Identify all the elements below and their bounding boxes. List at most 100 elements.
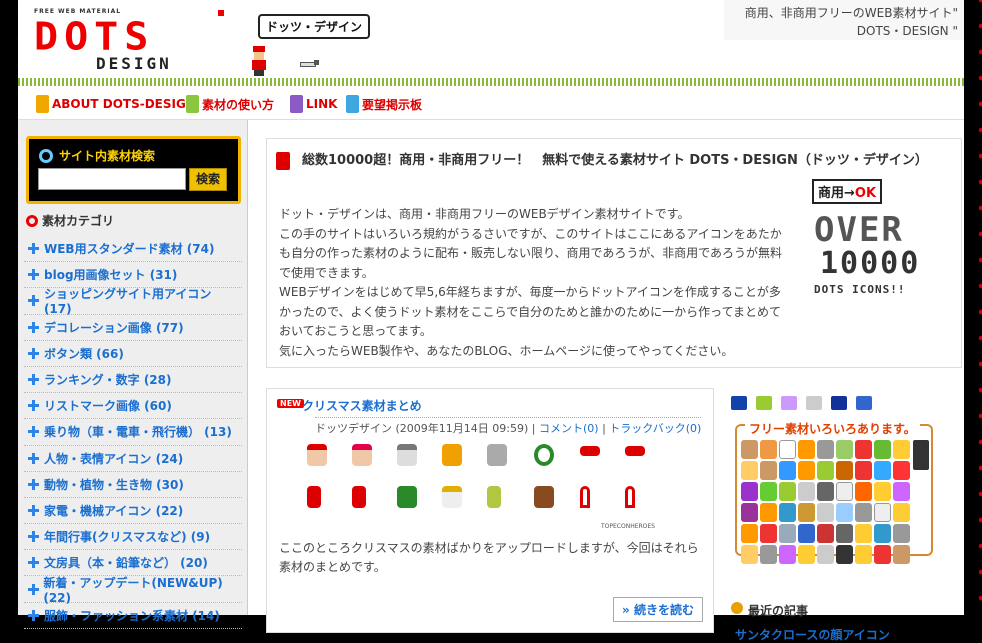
book-icon bbox=[186, 95, 199, 113]
recent-post-link[interactable]: サンタクロースの顔アイコン bbox=[735, 626, 890, 643]
bookmark-icon[interactable] bbox=[856, 396, 872, 410]
add-bookmark-icon[interactable] bbox=[756, 396, 772, 410]
category-item[interactable]: リストマーク画像 (60) bbox=[24, 393, 242, 420]
category-item[interactable]: ショッピングサイト用アイコン (17) bbox=[24, 287, 242, 316]
nav-item-usage[interactable]: 素材の使い方 bbox=[186, 95, 274, 113]
category-item[interactable]: デコレーション画像 (77) bbox=[24, 315, 242, 341]
pixel-icon bbox=[798, 545, 815, 564]
category-item[interactable]: blog用画像セット (31) bbox=[24, 262, 242, 289]
category-item[interactable]: 家電・機械アイコン (22) bbox=[24, 498, 242, 525]
category-item[interactable]: 服飾・ファッション系素材 (14) bbox=[24, 603, 242, 629]
site-logo[interactable]: FREE WEB MATERIAL DOTS DESIGN bbox=[34, 8, 224, 74]
pixel-icon bbox=[798, 440, 815, 459]
category-item[interactable]: ランキング・数字 (28) bbox=[24, 367, 242, 394]
pixel-icon bbox=[836, 524, 853, 543]
pixel-icon bbox=[760, 503, 777, 522]
category-label: ボタン類 (66) bbox=[44, 346, 124, 361]
category-item[interactable]: 乗り物（車・電車・飛行機） (13) bbox=[24, 419, 242, 446]
pixel-icon bbox=[893, 482, 910, 501]
category-label: 年間行事(クリスマスなど) (9) bbox=[44, 530, 211, 545]
bookmark-icon[interactable] bbox=[806, 396, 822, 410]
intro-body: ドット・デザインは、商用・非商用フリーのWEBデザイン素材サイトです。 この手の… bbox=[279, 205, 789, 361]
plus-icon bbox=[28, 504, 39, 516]
main-area: サイト内素材検索 検索 素材カテゴリ WEB用スタンダード素材 (74) blo… bbox=[18, 120, 964, 642]
pixel-icon bbox=[779, 545, 796, 564]
comments-link[interactable]: コメント(0) bbox=[539, 422, 599, 435]
reindeer-icon bbox=[534, 486, 554, 508]
pixel-icon bbox=[779, 503, 796, 522]
page: FREE WEB MATERIAL DOTS DESIGN ドッツ・デザイン 商… bbox=[18, 0, 964, 642]
nav-item-label: 素材の使い方 bbox=[202, 97, 275, 112]
sidebar: サイト内素材検索 検索 素材カテゴリ WEB用スタンダード素材 (74) blo… bbox=[18, 120, 248, 629]
category-item[interactable]: 年間行事(クリスマスなど) (9) bbox=[24, 524, 242, 551]
tree-icon bbox=[397, 486, 417, 508]
category-item[interactable]: 動物・植物・生き物 (30) bbox=[24, 472, 242, 498]
speech-bubble: ドッツ・デザイン bbox=[258, 14, 371, 39]
category-item[interactable]: 新着・アップデート(NEW&UP) (22) bbox=[24, 576, 242, 605]
stocking-icon bbox=[352, 486, 366, 508]
bookmark-icon[interactable] bbox=[831, 396, 847, 410]
read-more-button[interactable]: » 続きを読む bbox=[613, 597, 703, 622]
badge-icons-text: DOTS ICONS!! bbox=[814, 283, 906, 296]
pixel-dog-icon bbox=[298, 60, 320, 70]
bells-icon bbox=[487, 444, 507, 466]
post-author: ドッツデザイン bbox=[315, 422, 392, 435]
category-label: 乗り物（車・電車・飛行機） (13) bbox=[44, 425, 232, 440]
category-item[interactable]: 人物・表情アイコン (24) bbox=[24, 446, 242, 472]
pixel-icon bbox=[817, 545, 834, 564]
christmas-icon-grid bbox=[307, 444, 677, 534]
plus-icon bbox=[28, 452, 39, 464]
intro-box: 総数10000超！商用・非商用フリー！ 無料で使える素材サイト DOTS・DES… bbox=[266, 138, 962, 368]
post-title-link[interactable]: クリスマス素材まとめ bbox=[302, 397, 422, 414]
santa-hat-icon bbox=[580, 446, 600, 456]
post-date: 2009年11月14日 09:59 bbox=[399, 422, 524, 435]
category-item[interactable]: ボタン類 (66) bbox=[24, 341, 242, 367]
commercial-ok-label: 商用→OK bbox=[812, 179, 883, 204]
main-nav: ABOUT DOTS-DESIGN 素材の使い方 LINK 要望掲示板 bbox=[18, 86, 964, 120]
ok-prefix: 商用→ bbox=[818, 186, 855, 201]
bookmark-icon[interactable] bbox=[781, 396, 797, 410]
pixel-icon bbox=[836, 461, 853, 480]
recent-posts-heading: 最近の記事 bbox=[731, 602, 808, 619]
nav-item-link[interactable]: LINK bbox=[290, 95, 337, 113]
nav-item-about[interactable]: ABOUT DOTS-DESIGN bbox=[36, 95, 196, 113]
pixel-icon bbox=[779, 461, 796, 480]
search-button[interactable]: 検索 bbox=[189, 168, 227, 191]
category-label: デコレーション画像 (77) bbox=[44, 320, 184, 335]
nav-item-label: 要望掲示板 bbox=[362, 97, 423, 112]
pixel-icon bbox=[798, 482, 815, 501]
pixel-icon bbox=[817, 524, 834, 543]
pixel-icon bbox=[855, 545, 872, 564]
pixel-icon bbox=[817, 503, 834, 522]
category-item[interactable]: WEB用スタンダード素材 (74) bbox=[24, 236, 242, 263]
logo-design-text: DESIGN bbox=[96, 54, 172, 73]
right-dot-border bbox=[964, 0, 982, 615]
intro-heading: 総数10000超！商用・非商用フリー！ 無料で使える素材サイト DOTS・DES… bbox=[302, 153, 928, 168]
category-heading-text: 素材カテゴリ bbox=[42, 214, 115, 228]
pixel-icon bbox=[874, 440, 891, 459]
pixel-icon bbox=[760, 482, 777, 501]
candy-cane-icon bbox=[580, 486, 590, 508]
site-header: FREE WEB MATERIAL DOTS DESIGN ドッツ・デザイン 商… bbox=[18, 0, 964, 86]
category-label: 文房具（本・鉛筆など） (20) bbox=[44, 556, 208, 571]
pixel-icon bbox=[817, 461, 834, 480]
pixel-icon bbox=[855, 440, 872, 459]
nav-item-board[interactable]: 要望掲示板 bbox=[346, 95, 422, 113]
trackback-link[interactable]: トラックバック(0) bbox=[609, 422, 701, 435]
plus-icon bbox=[28, 321, 39, 333]
santa-hat-icon bbox=[625, 446, 645, 456]
pixel-icon bbox=[874, 482, 891, 501]
plus-icon bbox=[28, 269, 39, 281]
left-dot-border bbox=[0, 0, 20, 615]
category-label: 家電・機械アイコン (22) bbox=[44, 503, 184, 518]
bookmark-icon[interactable] bbox=[731, 396, 747, 410]
search-input[interactable] bbox=[38, 168, 186, 190]
wreath-icon bbox=[534, 444, 554, 466]
pixel-icon bbox=[855, 524, 872, 543]
pixel-icon bbox=[741, 524, 758, 543]
pixel-icon bbox=[779, 482, 796, 501]
category-item[interactable]: 文房具（本・鉛筆など） (20) bbox=[24, 550, 242, 577]
pixel-icon bbox=[836, 545, 853, 564]
pixel-icon bbox=[741, 440, 758, 459]
pixel-icon bbox=[817, 440, 834, 459]
